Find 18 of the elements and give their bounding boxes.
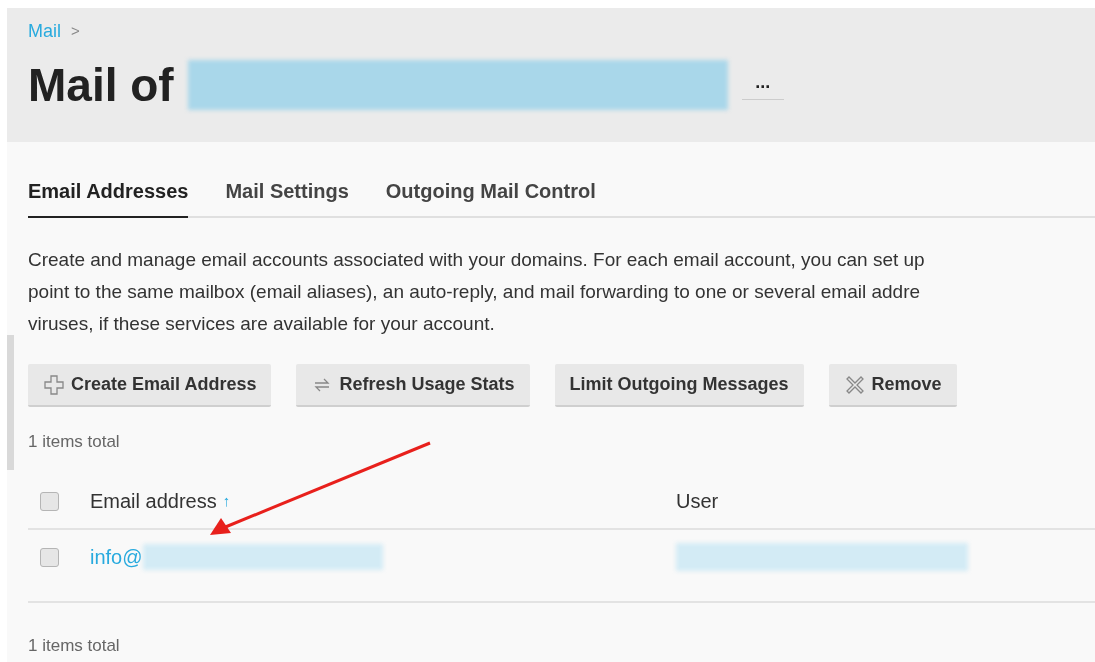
checkbox[interactable]: [40, 491, 59, 511]
more-button[interactable]: ...: [741, 70, 784, 100]
breadcrumb-separator: >: [71, 20, 80, 41]
toolbar-button[interactable]: Refresh Usage Stats: [296, 364, 530, 407]
tab[interactable]: Mail Settings: [225, 176, 349, 218]
toolbar-button[interactable]: Limit Outgoing Messages: [554, 364, 804, 407]
toolbar-button[interactable]: Remove: [828, 364, 957, 407]
tab[interactable]: Outgoing Mail Control: [385, 176, 596, 218]
tab[interactable]: Email Addresses: [28, 176, 189, 218]
plus-icon: [43, 373, 65, 396]
column-header[interactable]: User: [676, 486, 719, 516]
toolbar-button[interactable]: Create Email Address: [28, 364, 272, 407]
items-total: 1 items total: [28, 634, 121, 657]
checkbox[interactable]: [40, 547, 59, 567]
column-header[interactable]: Email address: [90, 486, 217, 516]
items-total: 1 items total: [28, 431, 121, 453]
page-title: Mail of: [28, 62, 174, 108]
description-text: Create and manage email accounts associated with your domains. For each email account, you can set up point to the same mailbox (email aliases), an auto-reply, and mail forwarding to one or several email addre viruses, if these services are available for your account.: [28, 248, 926, 336]
